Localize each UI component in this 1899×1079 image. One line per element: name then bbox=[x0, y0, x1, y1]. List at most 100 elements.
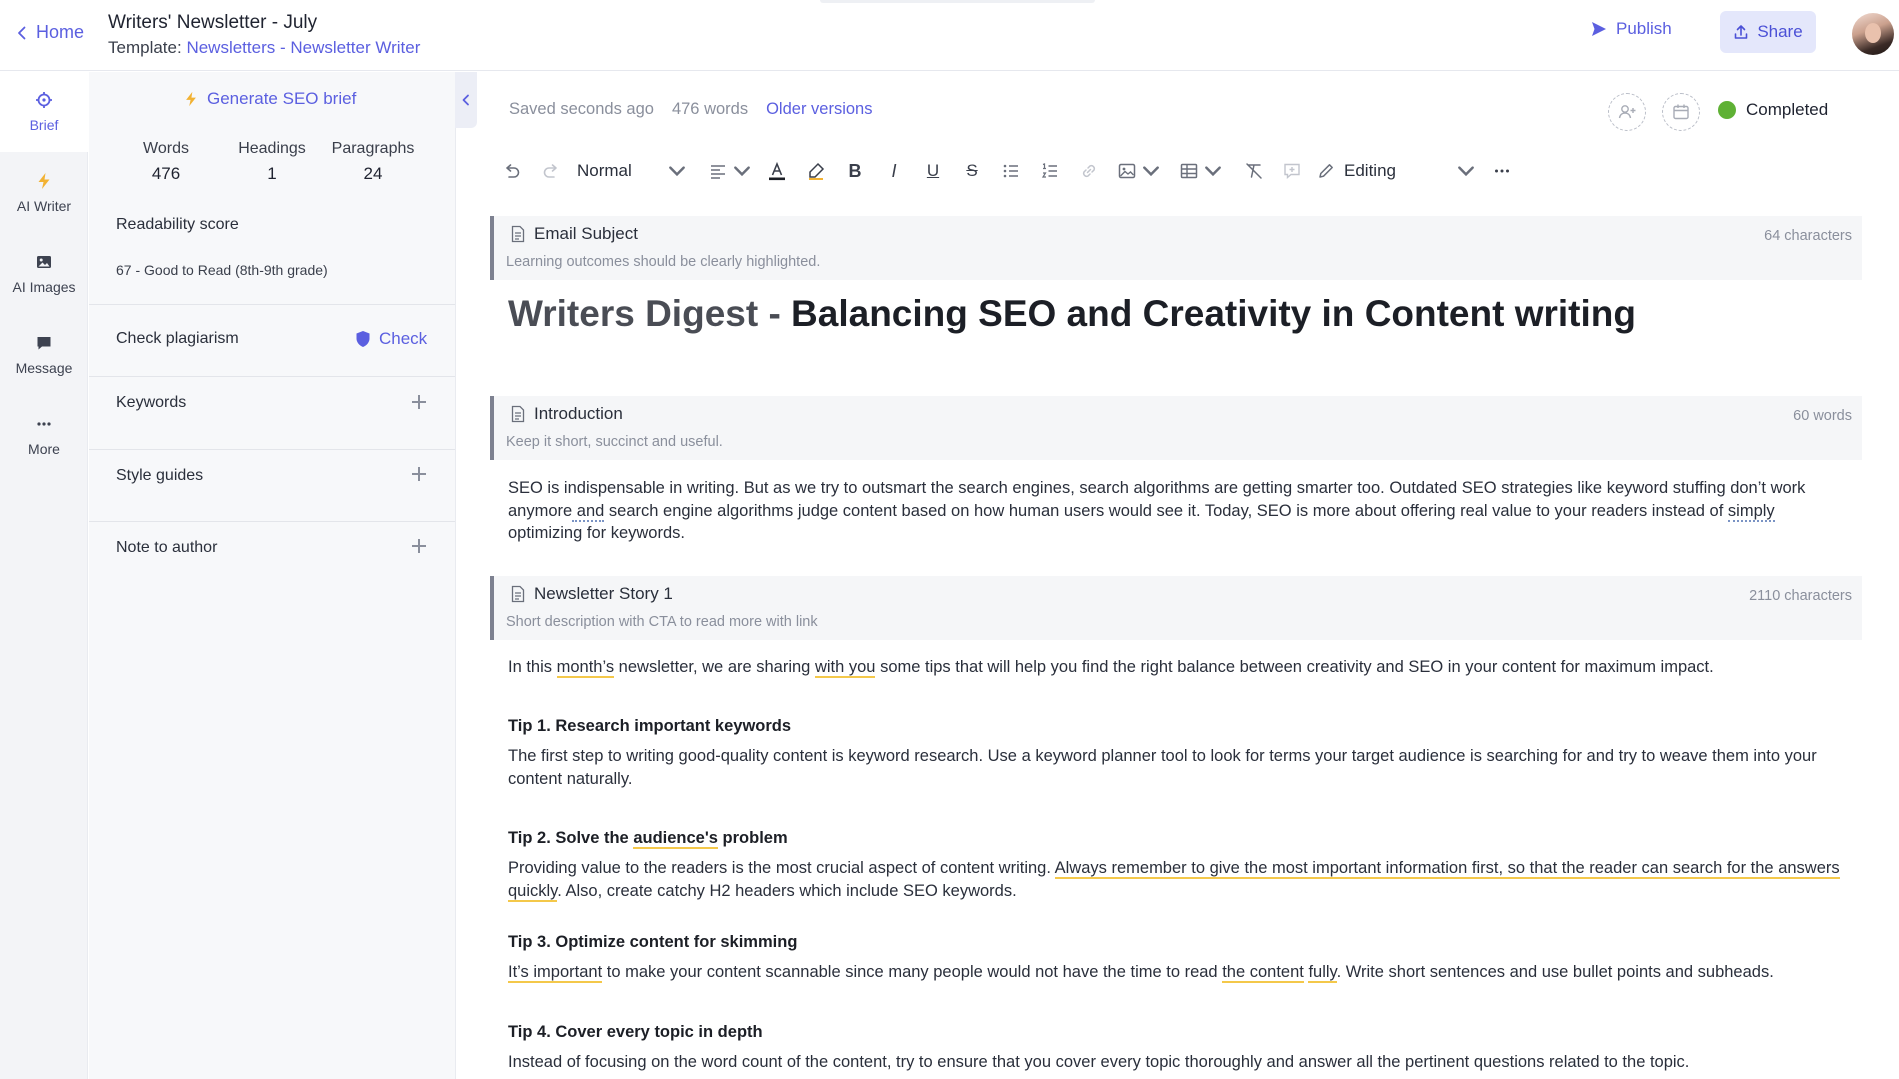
text-run: In this bbox=[508, 658, 557, 676]
numbered-list-icon bbox=[1041, 163, 1057, 178]
section-introduction[interactable]: Introduction Keep it short, succinct and… bbox=[490, 396, 1862, 460]
style-suggestion[interactable]: the content bbox=[1222, 963, 1304, 983]
add-comment-button[interactable] bbox=[1280, 159, 1304, 183]
redo-button[interactable] bbox=[539, 159, 563, 183]
grammar-suggestion[interactable]: simply bbox=[1727, 501, 1775, 522]
rail-item-message[interactable]: Message bbox=[0, 315, 88, 395]
highlight-button[interactable] bbox=[804, 159, 828, 183]
introduction-paragraph[interactable]: SEO is indispensable in writing. But as … bbox=[508, 477, 1850, 545]
tip-4-paragraph[interactable]: Instead of focusing on the word count of… bbox=[508, 1051, 1850, 1074]
template-link[interactable]: Newsletters - Newsletter Writer bbox=[186, 38, 420, 57]
section-newsletter-story-1[interactable]: Newsletter Story 1 Short description wit… bbox=[490, 576, 1862, 640]
email-subject-headline[interactable]: Writers Digest - Balancing SEO and Creat… bbox=[508, 293, 1636, 335]
collapse-panel-button[interactable] bbox=[455, 72, 477, 128]
style-suggestion[interactable]: month’s bbox=[556, 658, 615, 678]
status-label: Completed bbox=[1746, 100, 1829, 119]
style-suggestion[interactable]: It’s important bbox=[508, 963, 603, 983]
grammar-suggestion[interactable]: and bbox=[572, 501, 605, 522]
rail-item-brief[interactable]: Brief bbox=[0, 72, 88, 152]
older-versions-link[interactable]: Older versions bbox=[766, 100, 872, 119]
text-run: problem bbox=[717, 829, 788, 847]
story-lead-paragraph[interactable]: In this month’s newsletter, we are shari… bbox=[508, 656, 1850, 679]
crosshair-icon bbox=[36, 92, 52, 108]
numbered-list-button[interactable] bbox=[1038, 159, 1062, 183]
document-icon bbox=[511, 585, 525, 603]
text-run: Providing value to the readers is the mo… bbox=[508, 859, 1055, 877]
insert-image-button[interactable] bbox=[1116, 159, 1162, 183]
editing-mode-select[interactable]: Editing bbox=[1316, 159, 1476, 183]
add-keyword-icon[interactable] bbox=[411, 394, 427, 410]
style-suggestion[interactable]: audience's bbox=[633, 829, 718, 849]
style-guides-label: Style guides bbox=[116, 467, 204, 484]
status-indicator[interactable]: Completed bbox=[1718, 100, 1828, 120]
readability-score: 67 - Good to Read (8th-9th grade) bbox=[116, 262, 328, 278]
style-suggestion[interactable]: with you bbox=[814, 658, 876, 678]
strikethrough-button[interactable]: S bbox=[960, 159, 984, 183]
stat-paragraphs: Paragraphs 24 bbox=[313, 140, 433, 184]
paragraph-style-select[interactable]: Normal bbox=[577, 159, 687, 183]
more-dots-icon bbox=[1495, 169, 1509, 173]
underline-button[interactable]: U bbox=[921, 159, 945, 183]
assign-user-button[interactable] bbox=[1608, 93, 1646, 131]
upload-icon bbox=[1735, 25, 1748, 39]
style-suggestion[interactable]: fully bbox=[1308, 963, 1337, 983]
rail-item-ai-images[interactable]: AI Images bbox=[0, 234, 88, 314]
generate-seo-brief-button[interactable]: Generate SEO brief bbox=[183, 89, 356, 109]
more-options-button[interactable] bbox=[1490, 159, 1514, 183]
tip-4-heading[interactable]: Tip 4. Cover every topic in depth bbox=[508, 1021, 1850, 1044]
rail-item-more[interactable]: More bbox=[0, 396, 88, 476]
tip-1-heading[interactable]: Tip 1. Research important keywords bbox=[508, 715, 1850, 738]
align-left-icon bbox=[711, 165, 725, 179]
tip-3-paragraph[interactable]: It’s important to make your content scan… bbox=[508, 961, 1850, 984]
strikethrough-icon: S bbox=[966, 161, 978, 180]
check-plagiarism-button[interactable]: Check bbox=[355, 329, 427, 349]
divider bbox=[89, 304, 455, 305]
section-hint: Short description with CTA to read more … bbox=[506, 614, 818, 630]
clear-format-button[interactable] bbox=[1242, 159, 1266, 183]
image-icon bbox=[1118, 163, 1136, 179]
tip-2-heading[interactable]: Tip 2. Solve the audience's problem bbox=[508, 827, 1850, 850]
headline-brand: Writers Digest - bbox=[508, 293, 792, 334]
generate-seo-brief-label: Generate SEO brief bbox=[207, 89, 357, 108]
headline-title: Balancing SEO and Creativity in Content … bbox=[791, 293, 1636, 334]
section-email-subject[interactable]: Email Subject Learning outcomes should b… bbox=[490, 216, 1862, 280]
section-count: 64 characters bbox=[1764, 228, 1852, 244]
undo-button[interactable] bbox=[500, 159, 524, 183]
section-title: Introduction bbox=[534, 404, 623, 423]
text-run: search engine algorithms judge content b… bbox=[604, 501, 1728, 520]
bullet-list-button[interactable] bbox=[999, 159, 1023, 183]
link-button[interactable] bbox=[1077, 159, 1101, 183]
tip-3-heading[interactable]: Tip 3. Optimize content for skimming bbox=[508, 931, 1850, 954]
text-color-button[interactable] bbox=[765, 159, 789, 183]
chevron-down-icon bbox=[1458, 166, 1474, 177]
text-run: Tip 2. Solve the bbox=[508, 829, 634, 847]
share-button[interactable]: Share bbox=[1720, 11, 1816, 53]
rail-item-ai-writer[interactable]: AI Writer bbox=[0, 153, 88, 233]
publish-button[interactable]: Publish bbox=[1590, 19, 1672, 39]
align-button[interactable] bbox=[708, 159, 752, 183]
bold-button[interactable]: B bbox=[843, 159, 867, 183]
document-title[interactable]: Writers' Newsletter - July bbox=[108, 12, 317, 34]
stat-headings: Headings 1 bbox=[217, 140, 327, 184]
stat-label: Words bbox=[143, 140, 189, 157]
check-label: Check bbox=[379, 329, 428, 348]
schedule-button[interactable] bbox=[1662, 93, 1700, 131]
insert-table-button[interactable] bbox=[1178, 159, 1224, 183]
readability-title: Readability score bbox=[116, 216, 239, 233]
tip-2-paragraph[interactable]: Providing value to the readers is the mo… bbox=[508, 857, 1850, 902]
chevron-down-icon bbox=[1205, 166, 1221, 177]
chevron-down-icon bbox=[734, 166, 750, 177]
section-hint: Learning outcomes should be clearly high… bbox=[506, 254, 821, 270]
brief-panel: Generate SEO brief Words 476 Headings 1 … bbox=[89, 72, 455, 1079]
redo-icon bbox=[543, 164, 557, 178]
add-style-guide-icon[interactable] bbox=[411, 466, 427, 482]
home-link[interactable]: Home bbox=[14, 22, 84, 43]
add-note-icon[interactable] bbox=[411, 538, 427, 554]
user-avatar[interactable] bbox=[1852, 13, 1894, 55]
tip-1-paragraph[interactable]: The first step to writing good-quality c… bbox=[508, 745, 1850, 790]
stat-label: Headings bbox=[238, 140, 306, 157]
divider bbox=[89, 376, 455, 377]
divider bbox=[89, 449, 455, 450]
italic-button[interactable]: I bbox=[882, 159, 906, 183]
text-run: some tips that will help you find the ri… bbox=[875, 658, 1714, 676]
